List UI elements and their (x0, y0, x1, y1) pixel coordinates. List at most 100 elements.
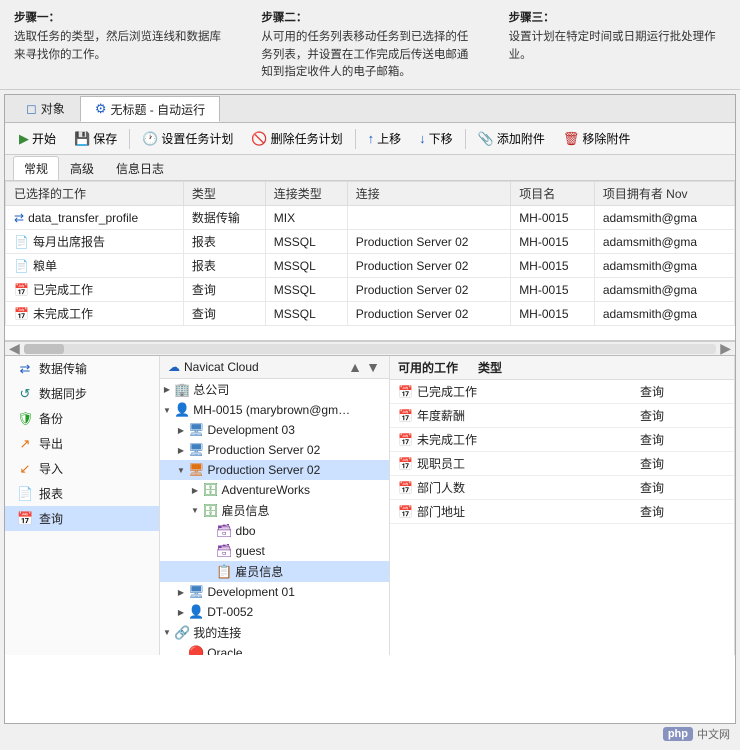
tree-node-11[interactable]: 👤 DT-0052 (160, 602, 389, 622)
avail-type-4: 查询 (632, 476, 734, 500)
tree-scroll-down[interactable]: ▼ (365, 359, 381, 375)
save-button[interactable]: 💾 保存 (66, 126, 125, 152)
sidebar-label-import: 导入 (39, 460, 63, 477)
task-conntype-cell: MSSQL (265, 302, 347, 326)
tree-node-label-13: Oracle (207, 646, 389, 655)
save-icon: 💾 (74, 131, 90, 147)
avail-icon-0: 📅 (398, 385, 413, 399)
table-row[interactable]: 📅未完成工作 查询 MSSQL Production Server 02 MH-… (6, 302, 735, 326)
scroll-thumb[interactable] (24, 344, 64, 354)
toggle-4[interactable] (174, 463, 188, 477)
sidebar-item-report[interactable]: 📄 报表 (5, 481, 159, 506)
sub-tab-advanced[interactable]: 高级 (59, 156, 105, 180)
sidebar-item-export[interactable]: ↗ 导出 (5, 431, 159, 456)
task-type-cell: 查询 (183, 278, 265, 302)
tree-node-4[interactable]: 🖥 Production Server 02 (160, 460, 389, 480)
tree-node-6[interactable]: 🗄 雇员信息 (160, 500, 389, 521)
toggle-12[interactable] (160, 626, 174, 640)
tree-node-label-10: Development 01 (208, 585, 389, 599)
horizontal-scrollbar[interactable]: ◀ ▶ (5, 341, 735, 355)
tree-node-12[interactable]: 🔗 我的连接 (160, 622, 389, 643)
sub-tab-log[interactable]: 信息日志 (105, 156, 175, 180)
sub-tab-log-label: 信息日志 (116, 162, 164, 176)
tree-node-7[interactable]: 🗃 dbo (160, 521, 389, 541)
table-row[interactable]: ⇄data_transfer_profile 数据传输 MIX MH-0015 … (6, 206, 735, 230)
toggle-1[interactable] (160, 403, 174, 417)
available-row-4[interactable]: 📅部门人数 查询 (390, 476, 734, 500)
sub-tab-general[interactable]: 常规 (13, 156, 59, 180)
task-type-cell: 数据传输 (183, 206, 265, 230)
toggle-3[interactable] (174, 443, 188, 457)
toggle-6[interactable] (188, 504, 202, 518)
tree-node-10[interactable]: 🖥 Development 01 (160, 582, 389, 602)
available-row-5[interactable]: 📅部门地址 查询 (390, 500, 734, 524)
tree-node-3[interactable]: 🖥 Production Server 02 (160, 440, 389, 460)
tree-node-0[interactable]: 🏢 总公司 (160, 379, 389, 400)
sidebar-item-query[interactable]: 📅 查询 (5, 506, 159, 531)
avail-icon-2: 📅 (398, 433, 413, 447)
toggle-2[interactable] (174, 423, 188, 437)
step-1-title: 步骤一： (14, 10, 231, 27)
tree-node-label-11: DT-0052 (207, 605, 389, 619)
set-schedule-button[interactable]: 🕐 设置任务计划 (134, 126, 241, 152)
sidebar-item-import[interactable]: ↙ 导入 (5, 456, 159, 481)
sidebar-item-data-sync[interactable]: ↺ 数据同步 (5, 381, 159, 406)
toggle-0[interactable] (160, 383, 174, 397)
toggle-5[interactable] (188, 483, 202, 497)
table-row[interactable]: 📄粮单 报表 MSSQL Production Server 02 MH-001… (6, 254, 735, 278)
task-conn-cell: Production Server 02 (347, 254, 510, 278)
toggle-10[interactable] (174, 585, 188, 599)
task-row-icon: 📄 (14, 235, 29, 249)
sidebar-item-data-transfer[interactable]: ⇄ 数据传输 (5, 356, 159, 381)
tree-node-label-7: dbo (236, 524, 389, 538)
task-tbody: ⇄data_transfer_profile 数据传输 MIX MH-0015 … (6, 206, 735, 326)
tree-nodes: 🏢 总公司 👤 MH-0015 (marybrown@gm… 🖥 Develop… (160, 379, 389, 655)
available-row-2[interactable]: 📅未完成工作 查询 (390, 428, 734, 452)
start-icon: ▶ (19, 131, 29, 147)
toolbar: ▶ 开始 💾 保存 🕐 设置任务计划 🚫 删除任务计划 ↑ 上移 (5, 123, 735, 155)
task-table-area[interactable]: 已选择的工作 类型 连接类型 连接 项目名 项目拥有者 Nov ⇄data_tr… (5, 181, 735, 341)
available-row-1[interactable]: 📅年度薪酬 查询 (390, 404, 734, 428)
task-proj-cell: MH-0015 (511, 278, 595, 302)
tree-node-5[interactable]: 🗄 AdventureWorks (160, 480, 389, 500)
tree-node-icon-3: 🖥 (188, 442, 205, 458)
tree-node-icon-10: 🖥 (188, 584, 205, 600)
tree-node-1[interactable]: 👤 MH-0015 (marybrown@gm… (160, 400, 389, 420)
tree-scroll-up[interactable]: ▲ (347, 359, 363, 375)
save-label: 保存 (93, 130, 117, 147)
add-attach-button[interactable]: 📎 添加附件 (470, 126, 553, 152)
tree-node-label-12: 我的连接 (193, 624, 389, 641)
move-up-icon: ↑ (368, 131, 375, 146)
table-row[interactable]: 📄每月出席报告 报表 MSSQL Production Server 02 MH… (6, 230, 735, 254)
autorun-icon: ⚙ (95, 101, 107, 117)
start-button[interactable]: ▶ 开始 (11, 126, 64, 152)
tree-node-13[interactable]: 🔴 Oracle (160, 643, 389, 655)
tree-node-icon-6: 🗄 (202, 503, 219, 519)
tree-node-9[interactable]: 📋 雇员信息 (160, 561, 389, 582)
steps-header: 步骤一： 选取任务的类型，然后浏览连线和数据库来寻找你的工作。 步骤二： 从可用… (0, 0, 740, 90)
sidebar-item-backup[interactable]: 🛡 备份 (5, 406, 159, 431)
remove-attach-button[interactable]: 🗑 移除附件 (555, 126, 639, 152)
move-down-button[interactable]: ↓ 下移 (411, 126, 461, 152)
set-schedule-label: 设置任务计划 (161, 130, 233, 147)
tab-objects-label: 对象 (41, 100, 65, 117)
tree-node-2[interactable]: 🖥 Development 03 (160, 420, 389, 440)
step-2-desc: 从可用的任务列表移动任务到已选择的任务列表，并设置在工作完成后传送电邮通知到指定… (261, 29, 478, 81)
available-row-3[interactable]: 📅现职员工 查询 (390, 452, 734, 476)
tab-objects[interactable]: ◻ 对象 (11, 96, 80, 122)
move-up-button[interactable]: ↑ 上移 (360, 126, 410, 152)
move-down-label: 下移 (429, 130, 453, 147)
toggle-11[interactable] (174, 605, 188, 619)
tree-node-8[interactable]: 🗃 guest (160, 541, 389, 561)
tree-header-label: Navicat Cloud (184, 360, 259, 374)
th-name: 已选择的工作 (6, 182, 184, 206)
remove-attach-icon: 🗑 (563, 131, 580, 147)
main-window: ◻ 对象 ⚙ 无标题 - 自动运行 ▶ 开始 💾 保存 🕐 设置任务计划 (4, 94, 736, 724)
task-name-cell: 📅未完成工作 (6, 302, 184, 326)
task-table: 已选择的工作 类型 连接类型 连接 项目名 项目拥有者 Nov ⇄data_tr… (5, 181, 735, 326)
table-row[interactable]: 📅已完成工作 查询 MSSQL Production Server 02 MH-… (6, 278, 735, 302)
th-type: 类型 (183, 182, 265, 206)
tab-autorun[interactable]: ⚙ 无标题 - 自动运行 (80, 96, 220, 122)
available-row-0[interactable]: 📅已完成工作 查询 (390, 380, 734, 404)
del-schedule-button[interactable]: 🚫 删除任务计划 (243, 126, 350, 152)
